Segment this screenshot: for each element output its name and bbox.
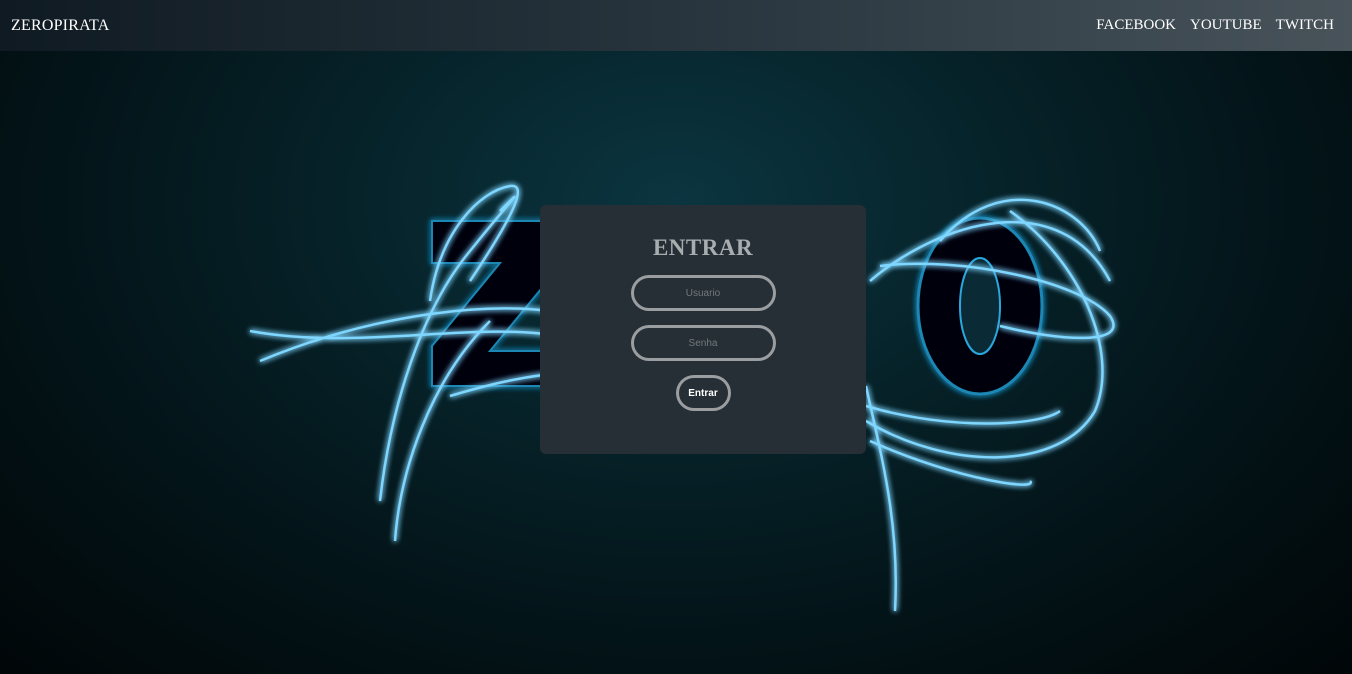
login-submit-button[interactable]: Entrar <box>675 375 731 411</box>
youtube-link[interactable]: YOUTUBE <box>1190 17 1262 34</box>
twitch-link[interactable]: TWITCH <box>1276 17 1334 34</box>
login-title: ENTRAR <box>652 235 754 260</box>
brand-logo[interactable]: ZEROPIRATA <box>11 17 110 35</box>
login-card: ENTRAR Entrar <box>540 205 866 454</box>
username-input[interactable] <box>630 275 776 311</box>
password-input[interactable] <box>630 325 776 361</box>
top-navbar: ZEROPIRATA FACEBOOK YOUTUBE TWITCH <box>0 0 1352 51</box>
facebook-link[interactable]: FACEBOOK <box>1096 17 1176 34</box>
social-links: FACEBOOK YOUTUBE TWITCH <box>1096 17 1334 34</box>
dark-letter-o <box>916 216 1044 396</box>
